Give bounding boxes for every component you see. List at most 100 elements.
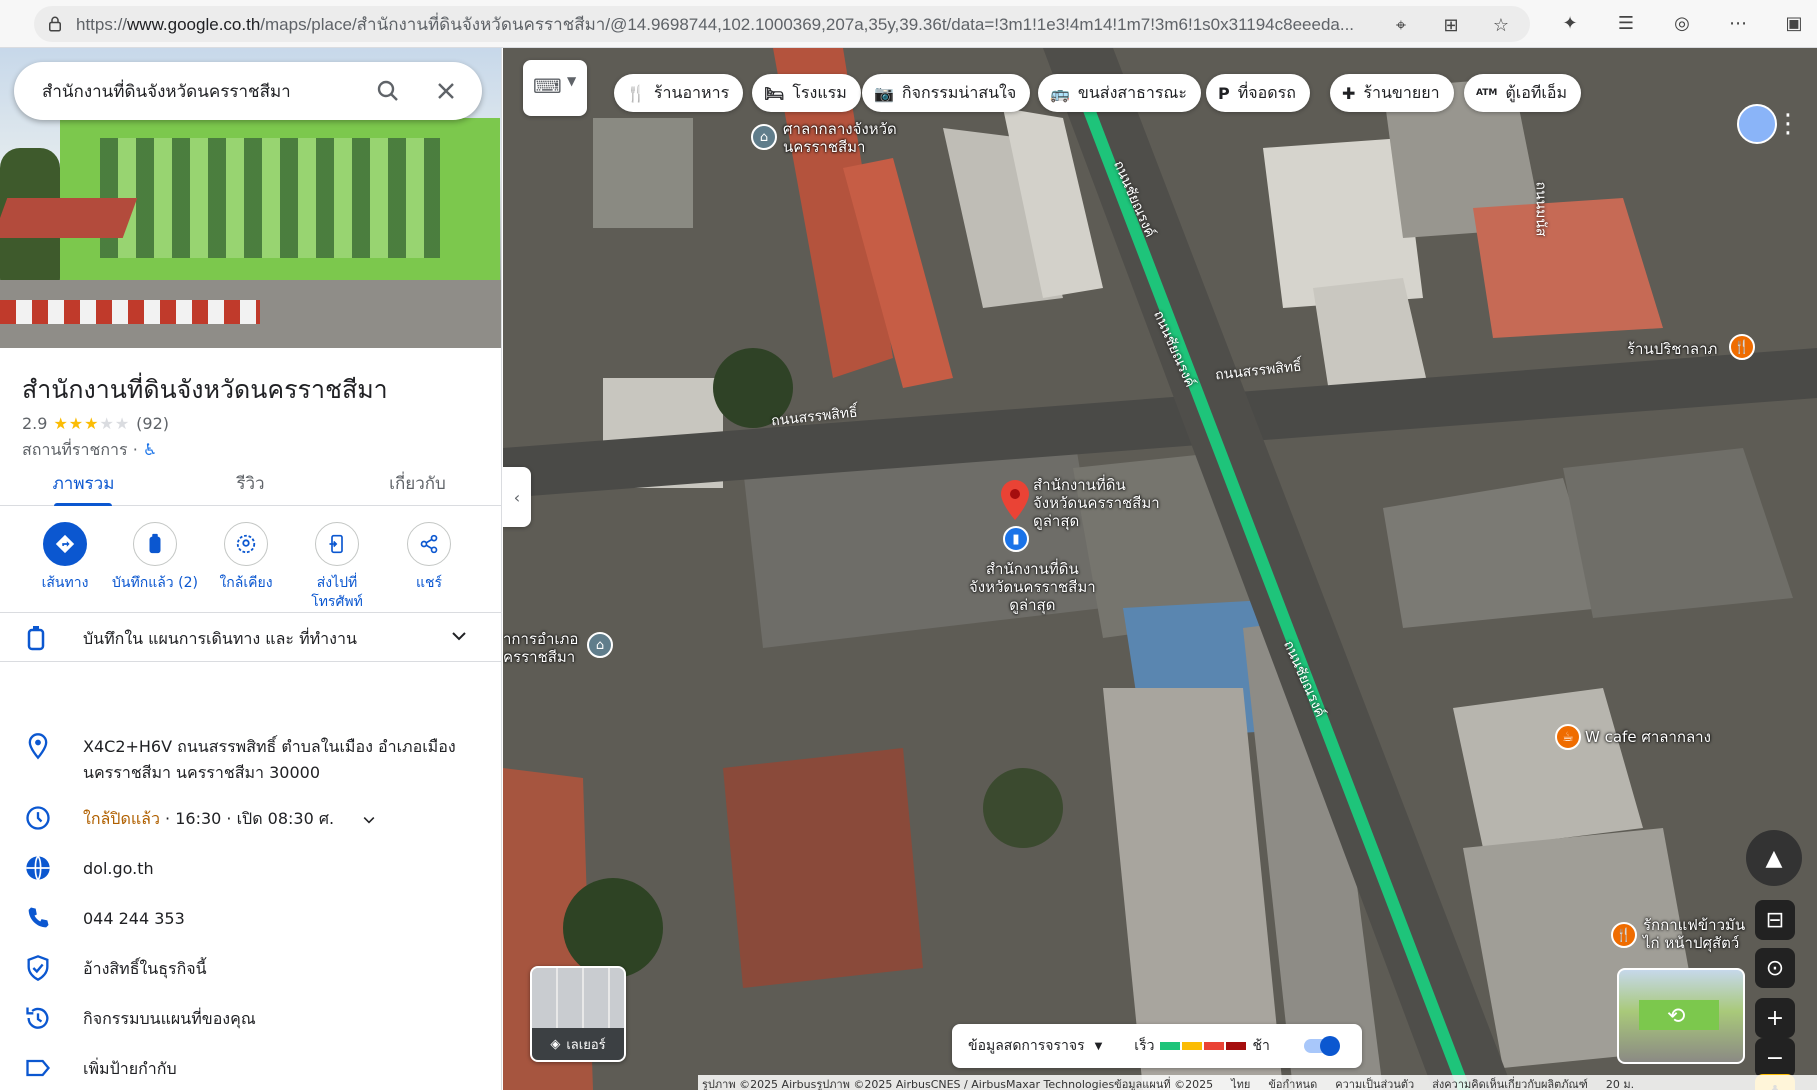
traffic-toggle[interactable] bbox=[1303, 1036, 1340, 1056]
footer-language[interactable]: ไทย bbox=[1231, 1075, 1250, 1090]
more-icon[interactable]: ⋯ bbox=[1727, 12, 1749, 34]
footer-privacy[interactable]: ความเป็นส่วนตัว bbox=[1335, 1075, 1414, 1090]
claim-text: อ้างสิทธิ์ในธุรกิจนี้ bbox=[83, 959, 207, 978]
compass-icon[interactable]: ▲ bbox=[1746, 830, 1802, 886]
chevron-down-icon[interactable] bbox=[452, 631, 466, 641]
zoom-out-button[interactable]: − bbox=[1755, 1038, 1795, 1078]
input-tools-button[interactable]: ⌨ ▼ bbox=[523, 60, 587, 116]
search-input[interactable]: สำนักงานที่ดินจังหวัดนครราชสีมา bbox=[42, 78, 372, 105]
chip-0[interactable]: 🍴 ร้านอาหาร bbox=[614, 74, 744, 112]
search-box[interactable]: สำนักงานที่ดินจังหวัดนครราชสีมา bbox=[14, 62, 482, 120]
government-icon[interactable]: ⌂ bbox=[587, 632, 613, 658]
road-label: ถนนมนัส bbox=[1532, 181, 1549, 237]
place-pin-icon[interactable] bbox=[1000, 480, 1030, 520]
scale-label: 20 ม. bbox=[1605, 1078, 1635, 1090]
traffic-panel[interactable]: ข้อมูลสดการจราจร ▼ เร็ว ช้า bbox=[952, 1024, 1362, 1068]
hours-chevron-icon[interactable] bbox=[363, 816, 375, 824]
saved-place-icon[interactable]: ▮ bbox=[1003, 526, 1029, 552]
restaurant-icon[interactable]: 🍴 bbox=[1729, 334, 1755, 360]
label-icon bbox=[26, 1059, 51, 1077]
chip-icon: ✚ bbox=[1342, 83, 1356, 103]
poi-label[interactable]: ศาลากลางจังหวัด นครราชสีมา bbox=[783, 120, 897, 156]
chip-label: ที่จอดรถ bbox=[1237, 82, 1296, 102]
traffic-dropdown-icon[interactable]: ▼ bbox=[1095, 1041, 1103, 1052]
apps-icon[interactable]: ⊞ bbox=[1440, 14, 1462, 36]
my-location-icon[interactable]: ⊙ bbox=[1755, 948, 1795, 988]
location-icon[interactable]: ⌖ bbox=[1390, 14, 1412, 36]
tab-reviews[interactable]: รีวิว bbox=[167, 462, 334, 505]
satellite-map[interactable]: ‹ ถนนสรรพสิทธิ์ ถนนสรรพสิทธิ์ ถนนชัยณรงค… bbox=[503, 48, 1817, 1090]
review-count[interactable]: (92) bbox=[136, 414, 169, 433]
rating-row[interactable]: 2.9 ★★★★★ (92) bbox=[22, 414, 169, 433]
nearby-icon bbox=[236, 534, 256, 554]
chip-label: ร้านขายยา bbox=[1363, 82, 1440, 102]
sidebar-icon[interactable]: ▣ bbox=[1783, 12, 1805, 34]
chip-1[interactable]: 🛏 โรงแรม bbox=[752, 74, 861, 112]
edge-icon[interactable]: ◎ bbox=[1671, 12, 1693, 34]
chip-icon: P bbox=[1218, 83, 1230, 103]
chip-icon: ATM bbox=[1476, 88, 1498, 98]
layers-button[interactable]: ◈ เลเยอร์ bbox=[530, 966, 626, 1062]
poi-label[interactable]: W cafe ศาลากลาง bbox=[1585, 728, 1711, 746]
chip-label: ร้านอาหาร bbox=[653, 82, 730, 102]
extensions-icon[interactable]: ✦ bbox=[1559, 12, 1581, 34]
tab-overview[interactable]: ภาพรวม bbox=[0, 462, 167, 506]
rating-stars: ★★★★★ bbox=[53, 414, 131, 433]
phone-icon bbox=[28, 907, 49, 928]
keyboard-icon: ⌨ bbox=[533, 74, 562, 98]
dropdown-caret-icon: ▼ bbox=[567, 74, 577, 88]
chip-label: โรงแรม bbox=[792, 82, 847, 102]
poi-label[interactable]: ร้านปริชาลาภ bbox=[1627, 340, 1717, 358]
map-footer: รูปภาพ ©2025 Airbusรูปภาพ ©2025 AirbusCN… bbox=[698, 1075, 1817, 1090]
url-text[interactable]: https://www.google.co.th/maps/place/สำนั… bbox=[76, 11, 1366, 38]
chip-label: ขนส่งสาธารณะ bbox=[1077, 82, 1187, 102]
shield-check-icon bbox=[27, 955, 49, 981]
address-bar[interactable]: https://www.google.co.th/maps/place/สำนั… bbox=[34, 6, 1530, 42]
globe-icon bbox=[26, 855, 50, 881]
saved-in-row[interactable]: บันทึกใน แผนการเดินทาง และ ที่ทำงาน bbox=[0, 612, 501, 662]
hours-text: ใกล้ปิดแล้ว · 16:30 · เปิด 08:30 ศ. bbox=[83, 806, 483, 832]
footer-feedback[interactable]: ส่งความคิดเห็นเกี่ยวกับผลิตภัณฑ์ bbox=[1432, 1075, 1588, 1090]
favorites-icon[interactable]: ☰ bbox=[1615, 12, 1637, 34]
share-icon bbox=[420, 534, 438, 554]
bookmark-icon bbox=[149, 533, 161, 554]
pin-label[interactable]: สำนักงานที่ดิน จังหวัดนครราชสีมา ดูล่าสุด bbox=[1033, 476, 1160, 530]
activity-text: กิจกรรมบนแผนที่ของคุณ bbox=[83, 1009, 256, 1028]
nearby-button[interactable]: ใกล้เคียง bbox=[201, 522, 291, 593]
poi-label[interactable]: าการอำเภอ ครราชสีมา bbox=[503, 630, 578, 666]
favorite-star-icon[interactable]: ☆ bbox=[1490, 14, 1512, 36]
cafe-icon[interactable]: ☕ bbox=[1555, 724, 1581, 750]
restaurant-icon[interactable]: 🍴 bbox=[1611, 922, 1637, 948]
website-text: dol.go.th bbox=[83, 859, 154, 878]
search-icon[interactable] bbox=[376, 79, 400, 103]
directions-button[interactable]: เส้นทาง bbox=[20, 522, 110, 593]
send-to-phone-button[interactable]: ส่งไปที่ โทรศัพท์ bbox=[292, 522, 382, 612]
chip-6[interactable]: ATM ตู้เอทีเอ็ม bbox=[1464, 74, 1582, 112]
close-icon[interactable] bbox=[434, 79, 458, 103]
share-label: แชร์ bbox=[415, 575, 443, 591]
chip-2[interactable]: 📷 กิจกรรมน่าสนใจ bbox=[862, 74, 1031, 112]
account-avatar[interactable] bbox=[1737, 104, 1777, 144]
chip-5[interactable]: ✚ ร้านขายยา bbox=[1330, 74, 1454, 112]
saved-in-label: บันทึกใน แผนการเดินทาง และ ที่ทำงาน bbox=[83, 629, 357, 648]
footer-terms[interactable]: ข้อกำหนด bbox=[1268, 1075, 1317, 1090]
pin-label-secondary[interactable]: สำนักงานที่ดิน จังหวัดนครราชสีมา ดูล่าสุด bbox=[969, 560, 1096, 614]
chip-4[interactable]: P ที่จอดรถ bbox=[1206, 74, 1310, 112]
chip-3[interactable]: 🚌 ขนส่งสาธารณะ bbox=[1038, 74, 1201, 112]
site-info-icon[interactable] bbox=[46, 15, 64, 33]
zoom-in-button[interactable]: + bbox=[1755, 998, 1795, 1038]
address-text: X4C2+H6V ถนนสรรพสิทธิ์ ตำบลในเมือง อำเภอ… bbox=[83, 737, 456, 782]
saved-button[interactable]: บันทึกแล้ว (2) bbox=[110, 522, 200, 593]
collapse-panel-button[interactable]: ‹ bbox=[503, 467, 531, 527]
hours-detail: · 16:30 · เปิด 08:30 ศ. bbox=[159, 809, 335, 828]
tilt-button[interactable]: ⊟ bbox=[1755, 900, 1795, 940]
chip-label: กิจกรรมน่าสนใจ bbox=[901, 82, 1017, 102]
street-view-thumbnail[interactable]: ⟲ bbox=[1617, 968, 1745, 1064]
send-to-phone-icon bbox=[329, 534, 343, 554]
share-button[interactable]: แชร์ bbox=[384, 522, 474, 593]
action-buttons: เส้นทาง บันทึกแล้ว (2) ใกล้เคียง ส่งไปที… bbox=[0, 522, 501, 612]
government-icon[interactable]: ⌂ bbox=[751, 124, 777, 150]
tab-about[interactable]: เกี่ยวกับ bbox=[334, 462, 501, 505]
poi-label[interactable]: รักกาแฟข้าวมัน ไก่ หน้าปศุสัตว์ bbox=[1643, 916, 1745, 952]
place-title: สำนักงานที่ดินจังหวัดนครราชสีมา bbox=[22, 375, 388, 404]
